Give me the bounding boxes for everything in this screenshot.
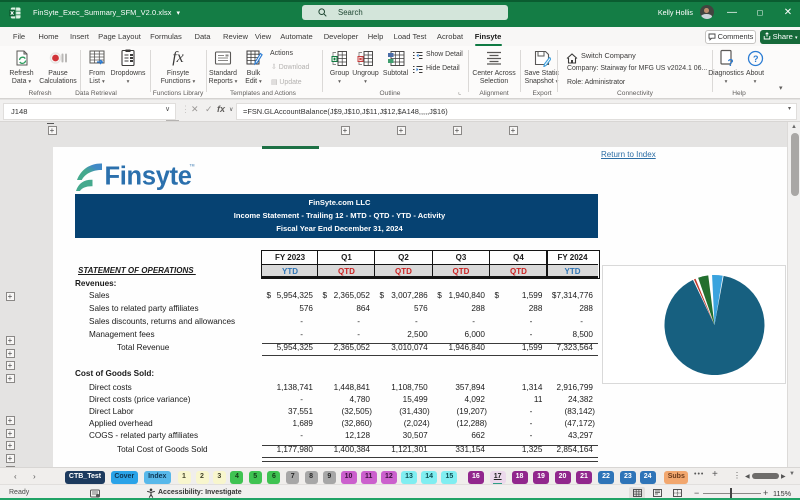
svg-text:TM: TM: [190, 164, 195, 168]
svg-text:?: ?: [727, 58, 733, 67]
svg-text:?: ?: [753, 54, 759, 64]
svg-text:Finsyte: Finsyte: [105, 163, 192, 191]
